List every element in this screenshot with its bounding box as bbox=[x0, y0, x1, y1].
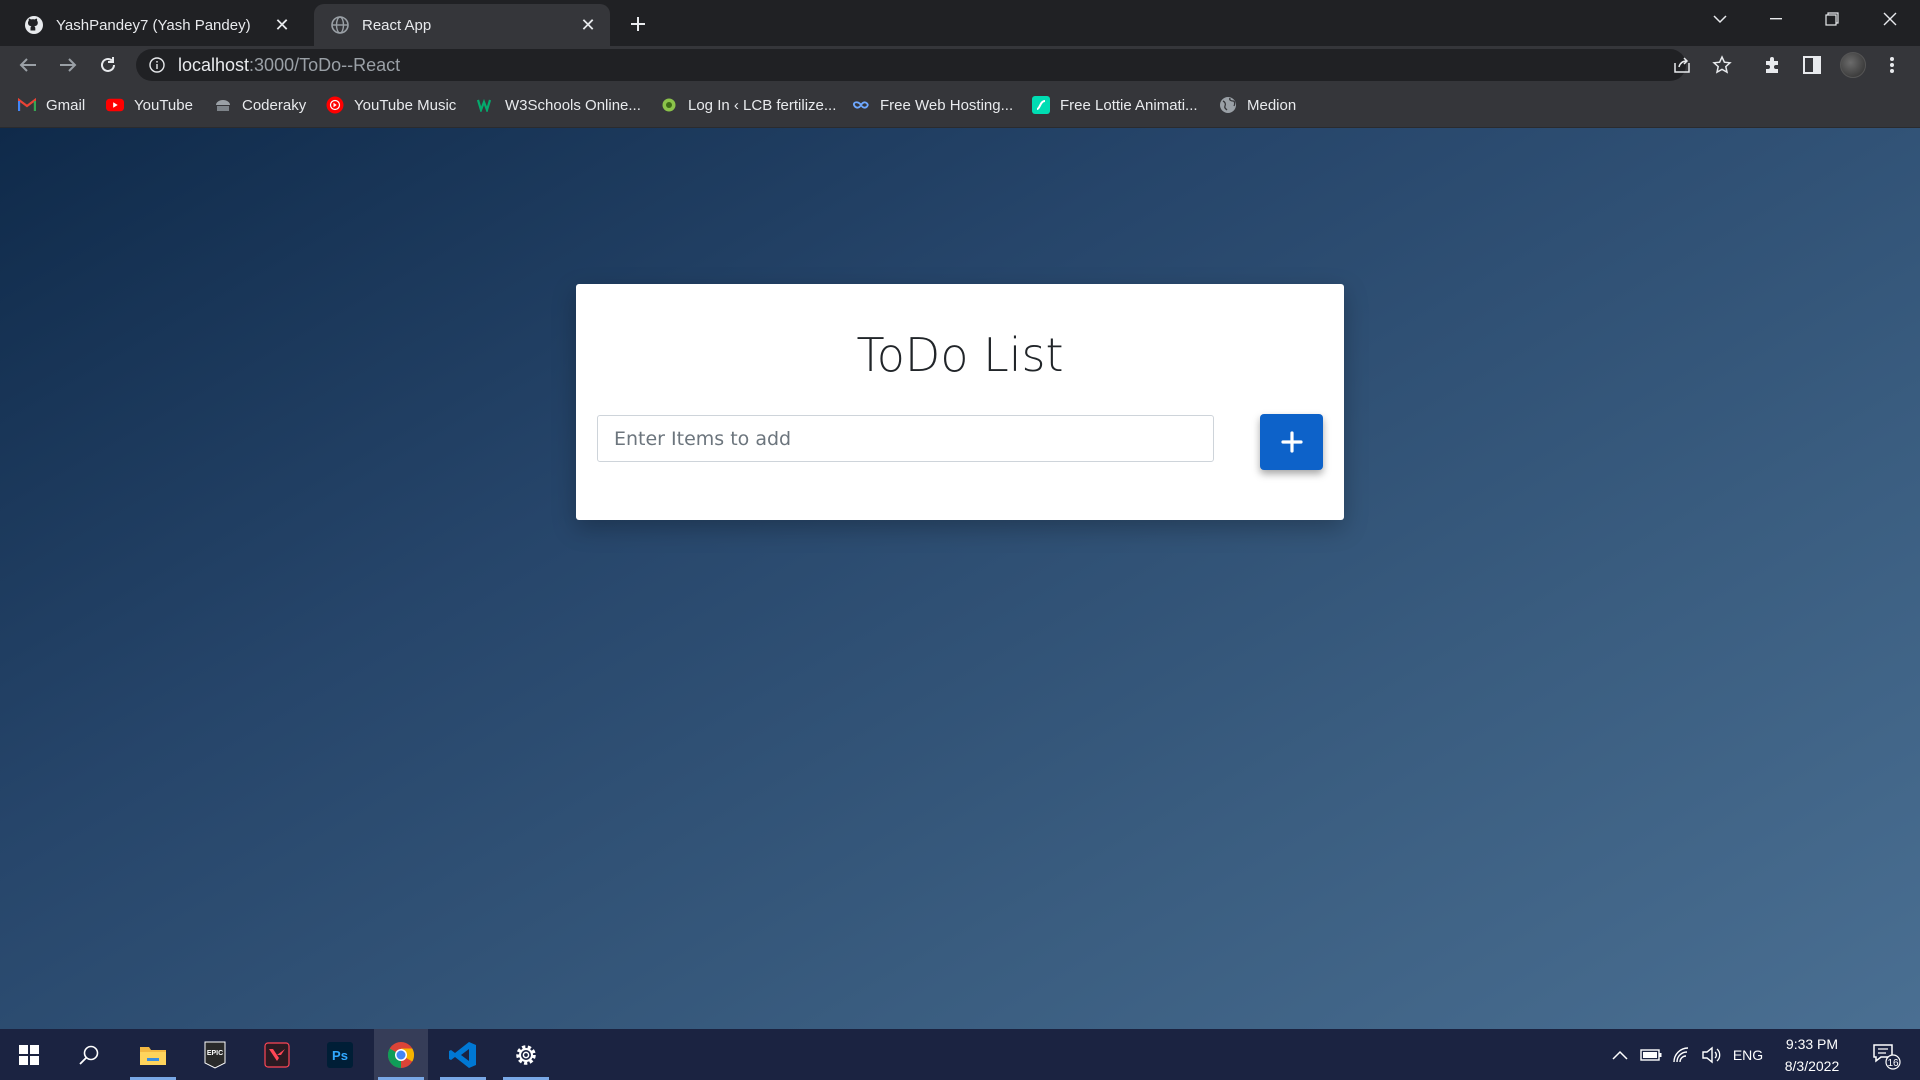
menu-kebab-icon[interactable] bbox=[1876, 49, 1908, 81]
url-text: localhost:3000/ToDo--React bbox=[178, 55, 400, 76]
extensions-icon[interactable] bbox=[1756, 49, 1788, 81]
todo-card: ToDo List bbox=[576, 284, 1344, 520]
address-bar[interactable]: localhost:3000/ToDo--React bbox=[136, 49, 1686, 81]
chrome-icon[interactable] bbox=[374, 1029, 428, 1080]
plus-icon bbox=[1280, 431, 1303, 453]
bookmark-label: Free Lottie Animati... bbox=[1060, 96, 1198, 114]
clock-time: 9:33 PM bbox=[1785, 1036, 1839, 1052]
show-hidden-icons-chevron-up-icon[interactable] bbox=[1606, 1029, 1634, 1080]
tab-title: React App bbox=[362, 16, 432, 34]
close-tab-icon[interactable]: ✕ bbox=[270, 13, 294, 37]
share-icon[interactable] bbox=[1666, 49, 1698, 81]
epic-label: EPIC bbox=[207, 1050, 223, 1057]
minimize-icon[interactable] bbox=[1748, 0, 1804, 38]
infinity-icon bbox=[852, 96, 870, 114]
page-title: ToDo List bbox=[856, 328, 1064, 382]
bookmark-coderaky[interactable]: Coderaky bbox=[214, 94, 306, 116]
forward-icon[interactable] bbox=[52, 49, 84, 81]
lottie-icon bbox=[1032, 96, 1050, 114]
bookmark-label: W3Schools Online... bbox=[505, 96, 641, 114]
clock-date: 8/3/2022 bbox=[1784, 1058, 1840, 1074]
side-panel-icon[interactable] bbox=[1796, 49, 1828, 81]
tab-github[interactable]: YashPandey7 (Yash Pandey) ✕ bbox=[8, 4, 304, 46]
browser-toolbar: localhost:3000/ToDo--React bbox=[0, 46, 1920, 84]
restore-icon[interactable] bbox=[1804, 0, 1860, 38]
valorant-icon[interactable] bbox=[250, 1029, 304, 1080]
file-explorer-icon[interactable] bbox=[126, 1029, 180, 1080]
browser-tab-strip: YashPandey7 (Yash Pandey) ✕ React App ✕ bbox=[0, 0, 1920, 46]
lcb-icon bbox=[660, 96, 678, 114]
globe-icon bbox=[1219, 96, 1237, 114]
notifications-icon[interactable]: 16 bbox=[1866, 1029, 1906, 1080]
volume-icon[interactable] bbox=[1696, 1029, 1726, 1080]
tab-search-icon[interactable] bbox=[1692, 0, 1748, 38]
youtube-icon bbox=[106, 96, 124, 114]
tab-title: YashPandey7 (Yash Pandey) bbox=[56, 16, 251, 34]
bookmark-label: Log In ‹ LCB fertilize... bbox=[688, 96, 837, 114]
info-icon[interactable] bbox=[148, 56, 166, 74]
coderaky-icon bbox=[214, 96, 232, 114]
photoshop-icon[interactable]: Ps bbox=[313, 1029, 367, 1080]
vscode-icon[interactable] bbox=[436, 1029, 490, 1080]
bookmark-lottie[interactable]: Free Lottie Animati... bbox=[1032, 94, 1198, 116]
ps-label: Ps bbox=[332, 1048, 348, 1063]
bookmark-label: YouTube Music bbox=[354, 96, 457, 114]
windows-taskbar: EPIC Ps ENG 9:33 PM 8/3/2022 16 bbox=[0, 1029, 1920, 1080]
battery-icon[interactable] bbox=[1636, 1029, 1666, 1080]
page-viewport: ToDo List bbox=[0, 128, 1920, 1029]
back-icon[interactable] bbox=[12, 49, 44, 81]
profile-avatar[interactable] bbox=[1840, 52, 1866, 78]
url-path: :3000/ToDo--React bbox=[249, 54, 401, 75]
notification-count: 16 bbox=[1887, 1058, 1899, 1069]
epic-games-icon[interactable]: EPIC bbox=[188, 1029, 242, 1080]
bookmark-free-web-hosting[interactable]: Free Web Hosting... bbox=[852, 94, 1013, 116]
bookmark-label: Gmail bbox=[46, 96, 86, 114]
todo-item-input[interactable] bbox=[597, 415, 1214, 462]
bookmark-label: YouTube bbox=[134, 96, 193, 114]
bookmark-youtube-music[interactable]: YouTube Music bbox=[326, 94, 456, 116]
close-tab-icon[interactable]: ✕ bbox=[576, 13, 600, 37]
bookmark-gmail[interactable]: Gmail bbox=[18, 94, 85, 116]
add-item-button[interactable] bbox=[1260, 414, 1323, 470]
gmail-icon bbox=[18, 96, 36, 114]
youtube-music-icon bbox=[326, 96, 344, 114]
system-clock[interactable]: 9:33 PM 8/3/2022 bbox=[1762, 1033, 1862, 1077]
bookmark-medion[interactable]: Medion bbox=[1219, 94, 1296, 116]
windows-start-icon[interactable] bbox=[2, 1029, 56, 1080]
w3schools-icon bbox=[477, 96, 495, 114]
bookmark-star-icon[interactable] bbox=[1706, 49, 1738, 81]
search-icon[interactable] bbox=[62, 1029, 116, 1080]
bookmarks-bar: Gmail YouTube Coderaky YouTube Music W3S… bbox=[0, 84, 1920, 128]
tab-react-app[interactable]: React App ✕ bbox=[314, 4, 610, 46]
github-icon bbox=[24, 15, 44, 35]
settings-icon[interactable] bbox=[499, 1029, 553, 1080]
bookmark-label: Free Web Hosting... bbox=[880, 96, 1014, 114]
bookmark-label: Coderaky bbox=[242, 96, 307, 114]
bookmark-lcb[interactable]: Log In ‹ LCB fertilize... bbox=[660, 94, 836, 116]
url-host: localhost bbox=[178, 54, 250, 75]
wifi-icon[interactable] bbox=[1666, 1029, 1696, 1080]
reload-icon[interactable] bbox=[92, 49, 124, 81]
globe-icon bbox=[330, 15, 350, 35]
bookmark-youtube[interactable]: YouTube bbox=[106, 94, 193, 116]
bookmark-w3schools[interactable]: W3Schools Online... bbox=[477, 94, 641, 116]
close-window-icon[interactable] bbox=[1862, 0, 1918, 38]
bookmark-label: Medion bbox=[1247, 96, 1297, 114]
new-tab-button[interactable] bbox=[622, 8, 654, 40]
